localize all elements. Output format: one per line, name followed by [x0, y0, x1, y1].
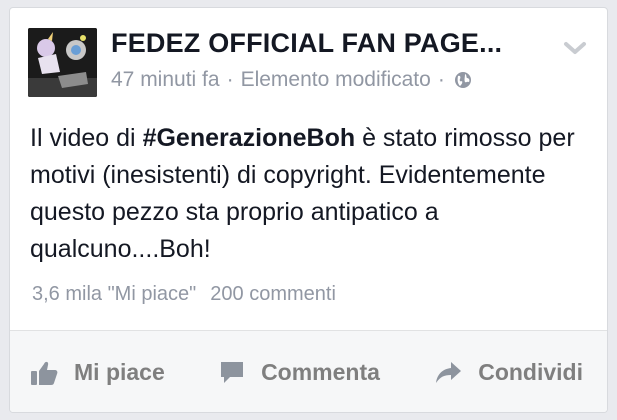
globe-icon[interactable]: [454, 71, 472, 89]
edited-label[interactable]: Elemento modificato: [241, 68, 431, 92]
post-card: FEDEZ OFFICIAL FAN PAGE... 47 minuti fa …: [9, 7, 608, 413]
share-button[interactable]: Condividi: [434, 359, 583, 386]
share-arrow-icon: [436, 361, 462, 383]
share-label: Condividi: [478, 359, 583, 385]
post-meta: 47 minuti fa · Elemento modificato ·: [111, 68, 472, 92]
meta-separator: ·: [226, 68, 234, 91]
page-avatar[interactable]: [28, 28, 97, 97]
like-label: Mi piace: [74, 359, 165, 385]
page-name[interactable]: FEDEZ OFFICIAL FAN PAGE...: [111, 28, 502, 59]
post-text: Il video di #GenerazioneBoh è stato rimo…: [30, 120, 595, 268]
post-stats: 3,6 mila "Mi piace" 200 commenti: [32, 283, 336, 306]
thumbs-up-icon: [31, 361, 58, 385]
likes-count[interactable]: 3,6 mila "Mi piace": [32, 283, 196, 305]
hashtag-link[interactable]: #GenerazioneBoh: [143, 124, 356, 152]
comments-count[interactable]: 200 commenti: [210, 283, 336, 305]
avatar-image: [28, 28, 97, 97]
post-header: FEDEZ OFFICIAL FAN PAGE... 47 minuti fa …: [10, 8, 607, 108]
post-timestamp[interactable]: 47 minuti fa: [111, 68, 220, 92]
comment-button[interactable]: Commenta: [219, 359, 380, 386]
meta-separator: ·: [437, 68, 445, 91]
chevron-down-icon[interactable]: [563, 40, 587, 56]
speech-bubble-icon: [221, 361, 244, 383]
action-bar: Mi piace Commenta Condividi: [10, 330, 607, 412]
like-button[interactable]: Mi piace: [30, 359, 165, 386]
comment-label: Commenta: [261, 359, 380, 385]
post-text-intro: Il video di: [30, 124, 143, 152]
